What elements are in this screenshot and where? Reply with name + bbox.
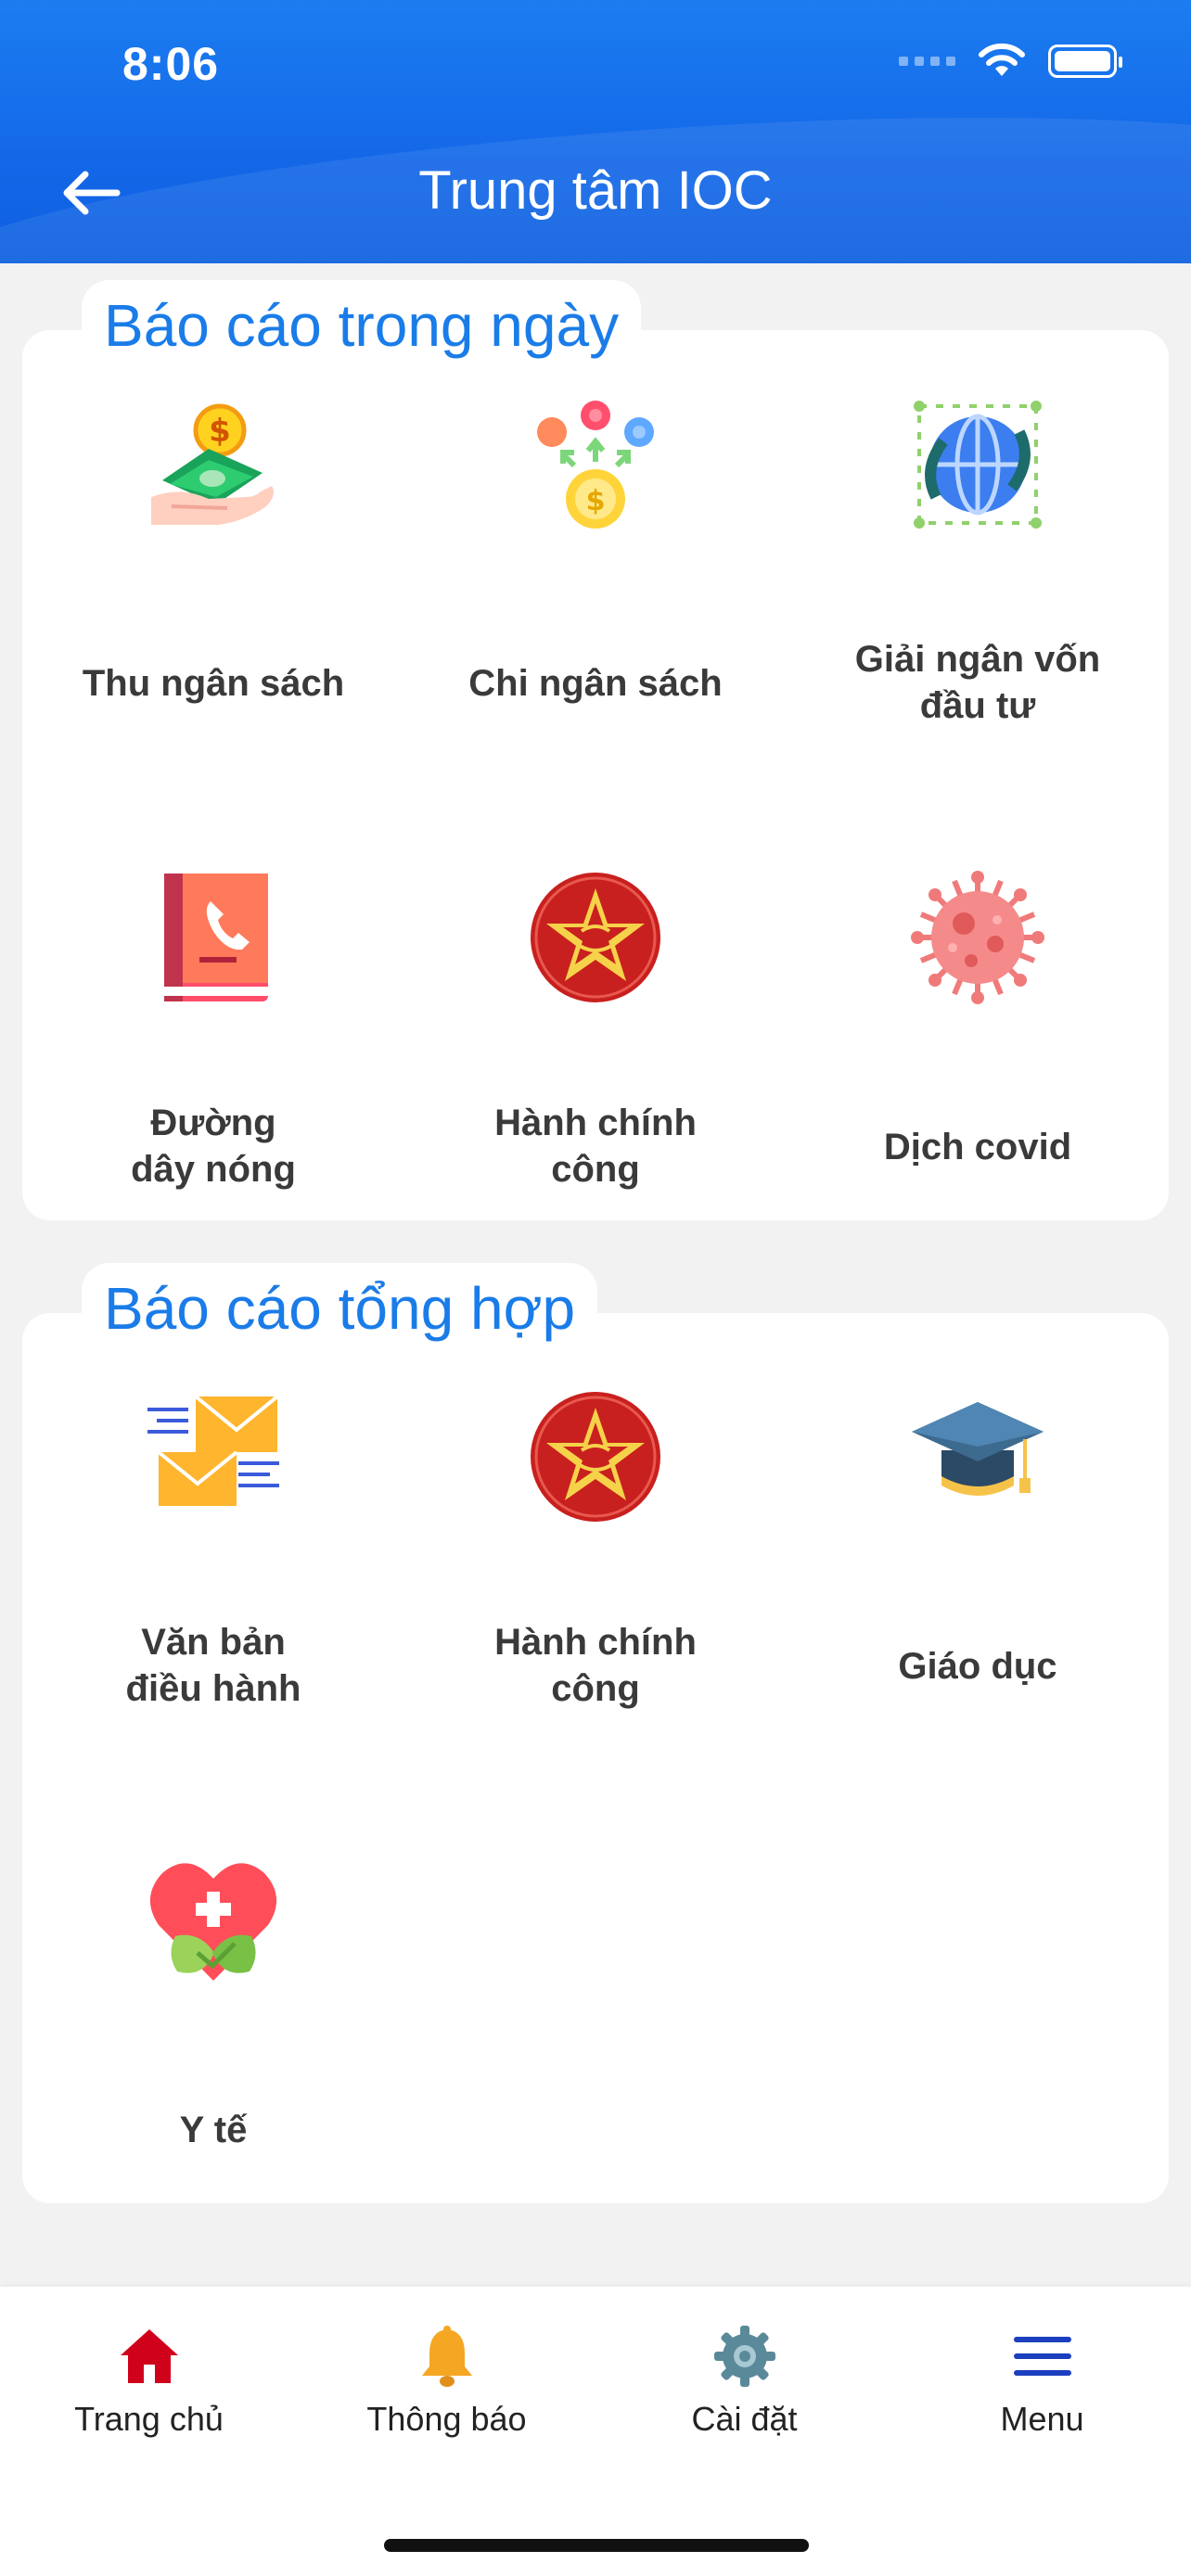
star-emblem-icon [531, 1392, 660, 1522]
item-label: Hành chính công [494, 1103, 697, 1190]
nav-notifications[interactable]: Thông báo [298, 2324, 596, 2439]
item-thu-ngan-sach[interactable]: $ Thu ngân sách [22, 330, 404, 738]
item-dich-covid[interactable]: Dịch covid [787, 794, 1169, 1202]
item-giao-duc[interactable]: Giáo dục [787, 1313, 1169, 1721]
home-indicator [384, 2539, 809, 2552]
bell-icon [421, 2326, 472, 2387]
envelopes-icon [147, 1395, 279, 1506]
item-label: Giải ngân vốn đầu tư [854, 639, 1101, 726]
nav-label: Thông báo [366, 2400, 527, 2438]
gear-icon [713, 2326, 775, 2387]
globe-exchange-icon [914, 401, 1042, 529]
nav-label: Trang chủ [74, 2400, 224, 2438]
hamburger-menu-icon [1013, 2337, 1071, 2376]
item-duong-day-nong[interactable]: Đường dây nóng [22, 794, 404, 1202]
star-emblem-icon [531, 873, 660, 1002]
health-heart-icon [149, 1863, 277, 1981]
nav-settings[interactable]: Cài đặt [596, 2324, 893, 2439]
item-label: Chi ngân sách [468, 663, 723, 704]
item-chi-ngan-sach[interactable]: $ Chi ngân sách [404, 330, 787, 738]
item-hanh-chinh-cong-daily[interactable]: Hành chính công [404, 794, 787, 1202]
svg-text:$: $ [586, 485, 606, 517]
virus-icon [911, 871, 1044, 1004]
nav-home[interactable]: Trang chủ [0, 2324, 298, 2439]
item-giai-ngan-von-dau-tu[interactable]: Giải ngân vốn đầu tư [787, 330, 1169, 738]
wifi-icon [979, 43, 1025, 76]
page-title: Trung tâm IOC [418, 160, 773, 221]
nav-label: Menu [1000, 2400, 1084, 2438]
status-time: 8:06 [122, 38, 220, 90]
phone-book-icon [164, 874, 268, 1001]
home-icon [120, 2329, 178, 2383]
battery-icon [1048, 45, 1122, 78]
item-label: Giáo dục [898, 1646, 1057, 1687]
item-label: Hành chính công [494, 1622, 697, 1709]
item-label: Văn bản điều hành [125, 1622, 301, 1709]
item-label: Y tế [179, 2110, 248, 2150]
item-hanh-chinh-cong-summary[interactable]: Hành chính công [404, 1313, 787, 1721]
graduation-cap-icon [912, 1402, 1044, 1496]
coins-distribution-icon: $ [537, 401, 654, 529]
bottom-navigation: Trang chủ Thông báo Cài đặt Menu [0, 2287, 1191, 2576]
item-label: Thu ngân sách [82, 663, 345, 704]
item-van-ban-dieu-hanh[interactable]: Văn bản điều hành [22, 1313, 404, 1721]
money-hand-icon: $ [151, 403, 274, 525]
status-indicators [899, 43, 1122, 80]
item-y-te[interactable]: Y tế [22, 1777, 404, 2185]
signal-icon [899, 57, 955, 66]
svg-text:$: $ [209, 413, 231, 450]
nav-label: Cài đặt [691, 2400, 798, 2438]
nav-menu[interactable]: Menu [893, 2324, 1191, 2439]
item-label: Dịch covid [883, 1127, 1072, 1167]
item-label: Đường dây nóng [131, 1103, 296, 1190]
app-header: 8:06 Trung tâm IOC [0, 0, 1191, 263]
